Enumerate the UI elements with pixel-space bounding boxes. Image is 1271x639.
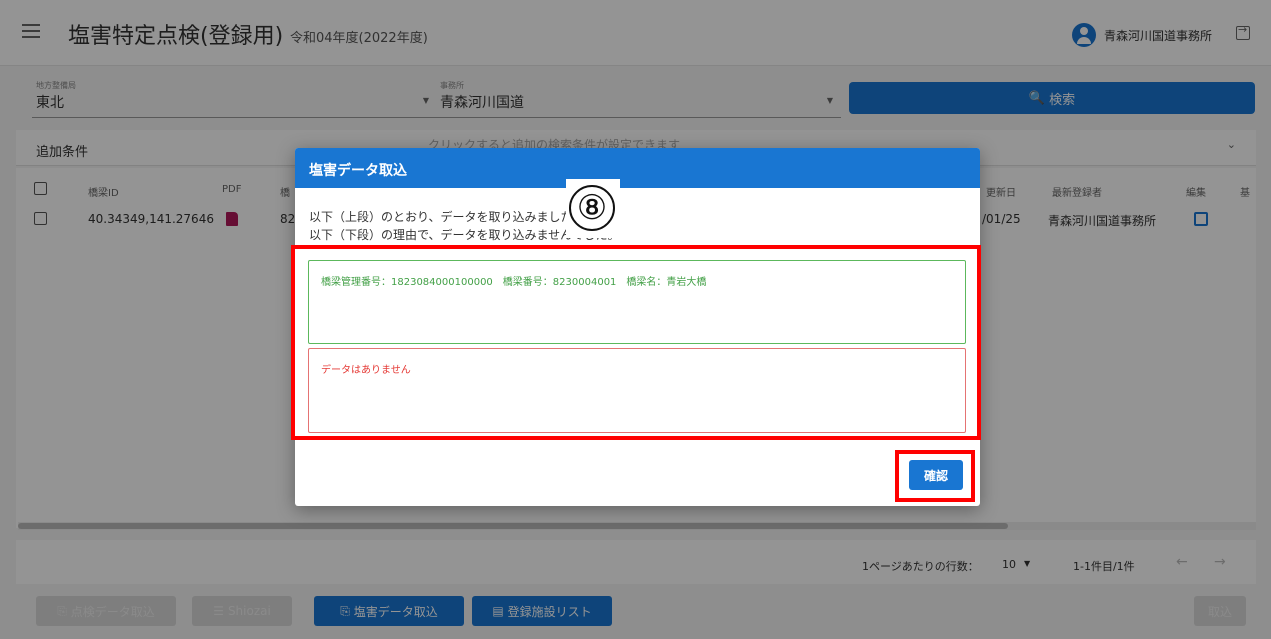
dialog-title: 塩害データ取込 bbox=[295, 148, 980, 188]
dialog-message-success: 以下（上段）のとおり、データを取り込みました。 bbox=[309, 210, 585, 224]
annotation-callout: ⑧ bbox=[566, 179, 620, 238]
annotation-highlight-results bbox=[291, 245, 981, 440]
annotation-highlight-confirm bbox=[895, 450, 975, 502]
annotation-number: ⑧ bbox=[569, 185, 615, 231]
